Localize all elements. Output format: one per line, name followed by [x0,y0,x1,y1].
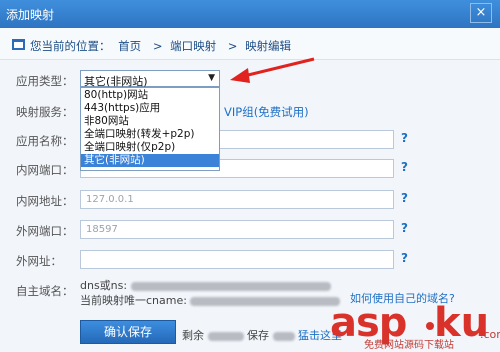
breadcrumb-separator: > [152,39,163,53]
title-bar: 添加映射 × [0,0,500,28]
breadcrumb-path: 您当前的位置： 首页 > 端口映射 > 映射编辑 [30,38,295,54]
watermark-logo: asp ku .com 免费网站源码下载站 [330,300,500,351]
redacted-text [190,296,341,306]
save-button[interactable]: 确认保存 [80,320,176,344]
app-type-dropdown: 80(http)网站 443(https)应用 非80网站 全端口映射(转发+p… [80,87,220,171]
app-type-select[interactable]: 其它(非网站) ▼ [80,70,220,88]
internal-port-label: 内网端口： [16,163,74,177]
redacted-text [272,331,295,341]
internal-addr-label: 内网地址： [16,194,74,208]
option-non-80[interactable]: 非80网站 [81,115,219,128]
option-443-https[interactable]: 443(https)应用 [81,102,219,115]
help-icon[interactable]: ? [401,191,408,205]
red-arrow-annotation [230,57,315,83]
internal-addr-input[interactable]: 127.0.0.1 [80,190,394,209]
option-other[interactable]: 其它(非网站) [81,154,219,167]
domain-label: 自主域名： [16,284,74,298]
breadcrumb-prefix: 您当前的位置： [30,39,111,53]
close-button[interactable]: × [470,3,492,23]
vip-group-link[interactable]: VIP组(免费试用) [224,104,309,120]
help-icon[interactable]: ? [401,221,408,235]
breadcrumb-home[interactable]: 首页 [118,39,141,53]
redacted-text [207,331,244,341]
breadcrumb-mapping-edit: 映射编辑 [245,39,292,53]
remaining-info: 剩余 保存 猛击这里 [182,329,342,342]
window-title: 添加映射 [6,8,55,22]
external-port-label: 外网端口： [16,224,74,238]
home-icon [12,39,25,50]
external-port-input[interactable]: 18597 [80,220,394,239]
app-type-label: 应用类型： [16,74,74,88]
option-full-port-relay[interactable]: 全端口映射(转发+p2p) [81,128,219,141]
help-icon[interactable]: ? [401,251,408,265]
option-full-port-p2p[interactable]: 全端口映射(仅p2p) [81,141,219,154]
help-icon[interactable]: ? [401,160,408,174]
breadcrumb-port-mapping[interactable]: 端口映射 [170,39,216,53]
external-addr-input[interactable] [80,250,394,269]
help-icon[interactable]: ? [401,131,408,145]
mapping-service-label: 映射服务： [16,105,74,119]
option-80-http[interactable]: 80(http)网站 [81,89,219,102]
domain-cname-line: 当前映射唯一cname: [80,292,341,308]
redacted-text [130,281,331,291]
external-addr-label: 外网址： [16,254,62,268]
chevron-down-icon: ▼ [208,73,215,83]
domain-dns-line: dns或ns: [80,277,331,293]
breadcrumb-separator: > [227,39,238,53]
app-name-label: 应用名称： [16,134,74,148]
